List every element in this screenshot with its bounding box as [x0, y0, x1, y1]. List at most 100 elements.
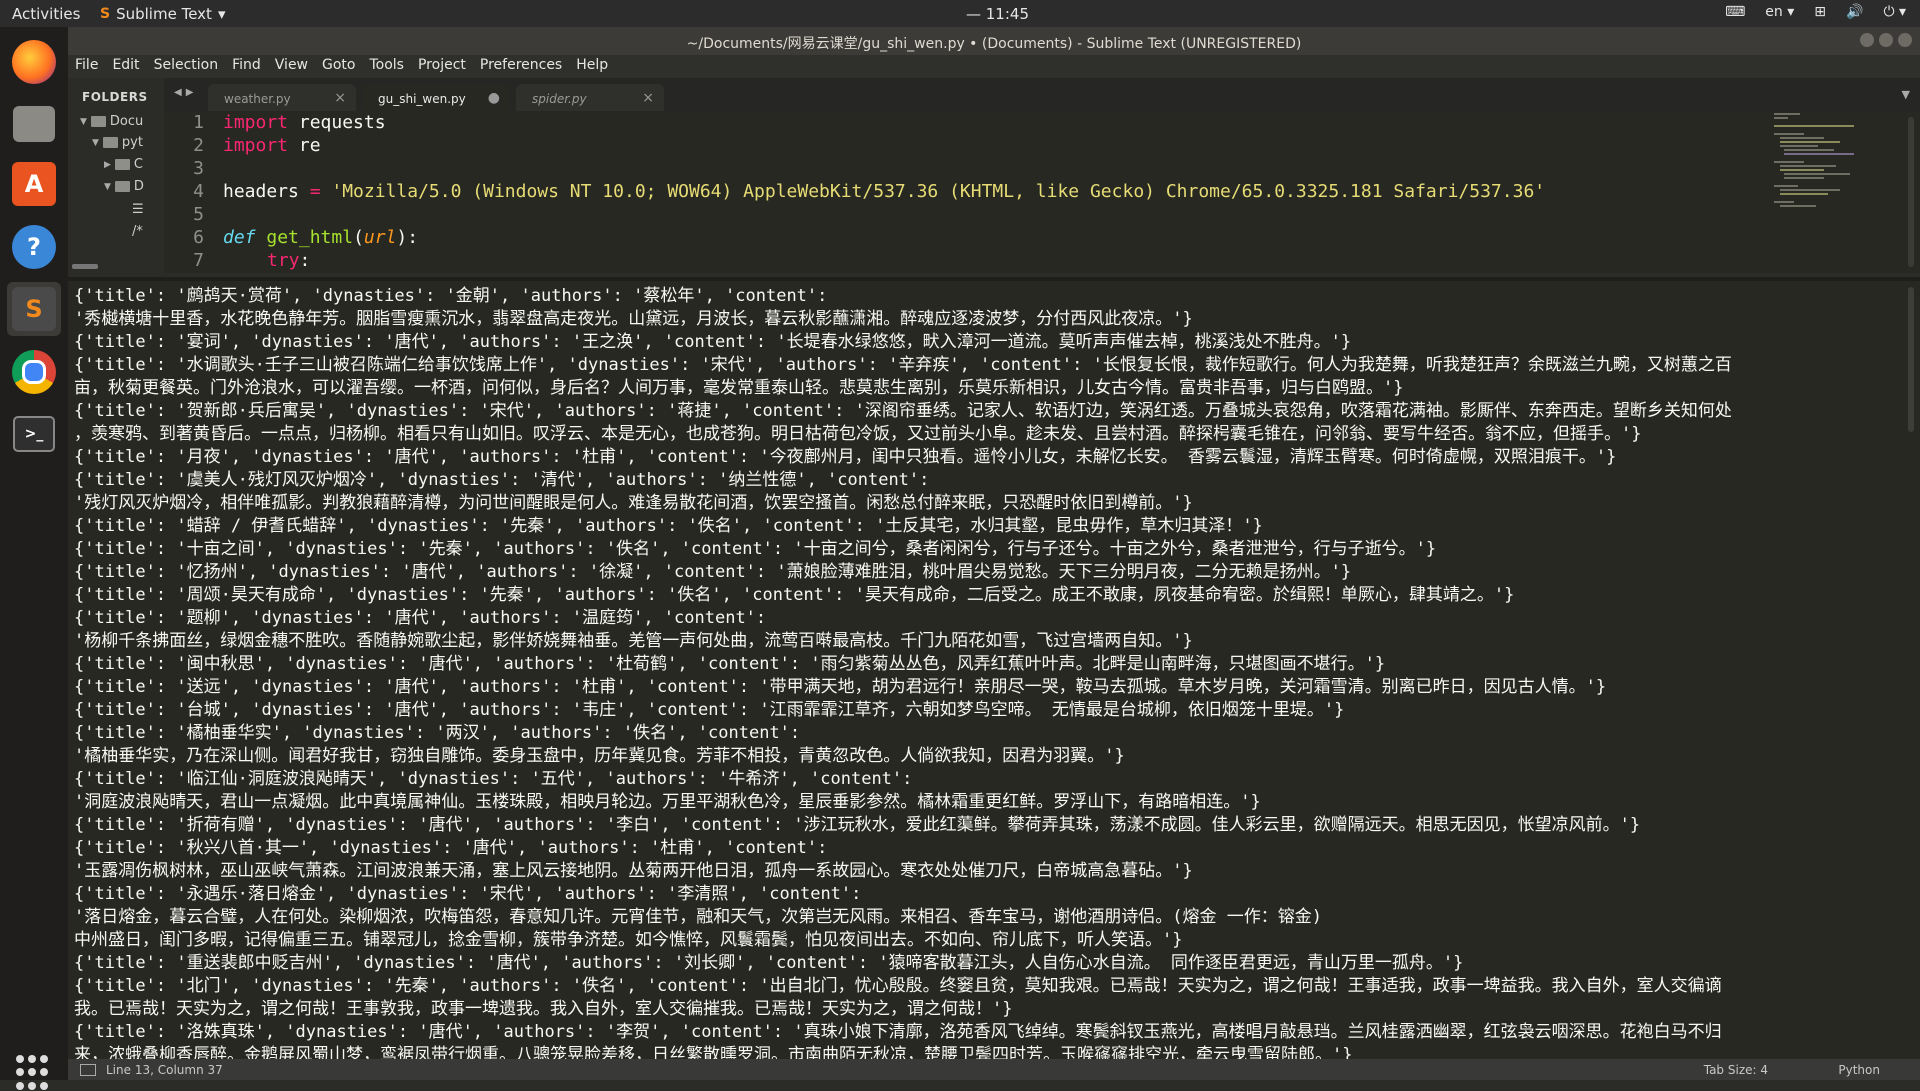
volume-icon[interactable]: 🔊	[1846, 4, 1863, 20]
output-line: '橘柚垂华实，乃在深山侧。闻君好我甘，窃独自雕饰。委身玉盘中，历年冀见食。芳菲不…	[74, 746, 1125, 766]
chevron-down-icon: ▾	[1787, 4, 1795, 20]
output-line: {'title': '送远', 'dynasties': '唐代', 'auth…	[74, 677, 1607, 697]
code-line: try:	[267, 250, 311, 271]
tab-list-icon[interactable]: ▼	[1902, 88, 1910, 101]
minimize-button[interactable]	[1860, 33, 1874, 47]
triangle-down-icon: ▼	[80, 116, 87, 127]
network-icon[interactable]: ⊞	[1814, 4, 1826, 20]
line-number: 3	[193, 158, 204, 179]
menu-find[interactable]: Find	[225, 55, 268, 78]
output-line: {'title': '题柳', 'dynasties': '唐代', 'auth…	[74, 608, 767, 628]
clock[interactable]: — 11:45	[966, 5, 1029, 23]
firefox-icon	[12, 40, 56, 84]
dock-sublime-text[interactable]: S	[7, 282, 61, 336]
menu-goto[interactable]: Goto	[315, 55, 362, 78]
files-icon	[13, 106, 55, 142]
sidebar-scrollbar[interactable]	[72, 264, 98, 269]
dock: A ? S >_	[0, 27, 68, 1090]
output-line: {'title': '贺新郎·兵后寓吴', 'dynasties': '宋代',…	[74, 401, 1732, 421]
menu-selection[interactable]: Selection	[147, 55, 226, 78]
close-icon[interactable]: ×	[334, 90, 346, 106]
menu-view[interactable]: View	[268, 55, 315, 78]
line-number: 2	[193, 135, 204, 156]
output-line: '残灯风灭炉烟冷，相伴唯孤影。判教狼藉醉清樽，为问世间醒眼是何人。难逢易散花间酒…	[74, 493, 1193, 513]
sidebar-item-file[interactable]: ☰	[132, 202, 144, 217]
output-line: {'title': '水调歌头·壬子三山被召陈端仁给事饮饯席上作', 'dyna…	[74, 355, 1732, 375]
output-line: {'title': '十亩之间', 'dynasties': '先秦', 'au…	[74, 539, 1437, 559]
power-menu[interactable]: ⏻ ▾	[1883, 4, 1906, 20]
top-bar: Activities S Sublime Text ▾ — 11:45 ⌨ en…	[0, 0, 1920, 27]
chevron-down-icon: ▾	[1898, 4, 1906, 20]
sidebar-item-d[interactable]: ▼ D	[104, 179, 144, 194]
activities-button[interactable]: Activities	[12, 5, 80, 23]
menu-tools[interactable]: Tools	[362, 55, 411, 78]
line-number: 7	[193, 250, 204, 271]
sidebar-item-pyt[interactable]: ▼ pyt	[92, 135, 143, 150]
tab-size-selector[interactable]: Tab Size: 4	[1704, 1063, 1768, 1077]
file-icon: /*	[132, 224, 143, 239]
sidebar-item-c[interactable]: ▶ C	[104, 157, 143, 172]
tab-bar: ◀▶ weather.py × gu_shi_wen.py ● spider.p…	[164, 78, 1920, 111]
dock-software[interactable]: A	[7, 157, 61, 211]
dock-chrome[interactable]	[7, 345, 61, 399]
line-number: 6	[193, 227, 204, 248]
menu-help[interactable]: Help	[569, 55, 615, 78]
triangle-down-icon: ▼	[92, 137, 99, 148]
output-line: {'title': '宴词', 'dynasties': '唐代', 'auth…	[74, 332, 1352, 352]
output-line: {'title': '北门', 'dynasties': '先秦', 'auth…	[74, 976, 1722, 996]
dock-files[interactable]	[7, 97, 61, 151]
output-line: {'title': '洛姝真珠', 'dynasties': '唐代', 'au…	[74, 1022, 1722, 1042]
sublime-icon: S	[12, 287, 56, 331]
syntax-selector[interactable]: Python	[1838, 1063, 1880, 1077]
close-button[interactable]	[1898, 33, 1912, 47]
output-line: {'title': '重送裴郎中贬吉州', 'dynasties': '唐代',…	[74, 953, 1464, 973]
sidebar-item-label: Docu	[109, 114, 144, 129]
tab-weather[interactable]: weather.py ×	[208, 84, 356, 111]
output-line: '洞庭波浪飐晴天，君山一点凝烟。此中真境属神仙。玉楼珠殿，相映月轮边。万里平湖秋…	[74, 792, 1261, 812]
menu-file[interactable]: File	[68, 55, 105, 78]
close-icon[interactable]: ×	[642, 90, 654, 106]
sidebar-item-label: C	[133, 157, 143, 172]
dock-firefox[interactable]	[7, 35, 61, 89]
tab-spider[interactable]: spider.py ×	[516, 84, 664, 111]
code-editor[interactable]: 1 2 3 4 5 6 7 import requests import re …	[164, 111, 1920, 273]
sidebar-item-label: D	[133, 179, 144, 194]
tab-nav-arrows-icon[interactable]: ◀▶	[174, 87, 197, 98]
folder-icon	[114, 159, 130, 170]
menu-preferences[interactable]: Preferences	[473, 55, 569, 78]
output-line: ，羡寒鸦、到著黄昏后。一点点，归杨柳。相看只有山如旧。叹浮云、本是无心，也成苍狗…	[74, 424, 1642, 444]
sidebar-item-label: pyt	[121, 135, 143, 150]
panel-toggle-icon[interactable]	[80, 1064, 96, 1076]
app-menu[interactable]: S Sublime Text ▾	[100, 5, 225, 23]
sidebar-item-file[interactable]: /*	[132, 224, 143, 239]
output-line: {'title': '橘柚垂华实', 'dynasties': '两汉', 'a…	[74, 723, 801, 743]
line-number: 1	[193, 112, 204, 133]
keyboard-icon[interactable]: ⌨	[1725, 4, 1745, 20]
software-center-icon: A	[12, 162, 56, 206]
maximize-button[interactable]	[1879, 33, 1893, 47]
sidebar-item-documents[interactable]: ▼ Docu	[80, 114, 143, 129]
tab-gu-shi-wen[interactable]: gu_shi_wen.py ●	[362, 84, 510, 111]
triangle-right-icon: ▶	[104, 159, 111, 170]
show-applications-icon[interactable]	[16, 1055, 52, 1091]
output-text: {'title': '鹧鸪天·赏荷', 'dynasties': '金朝', '…	[74, 285, 1914, 1063]
output-line: {'title': '台城', 'dynasties': '唐代', 'auth…	[74, 700, 1345, 720]
menu-edit[interactable]: Edit	[105, 55, 146, 78]
line-number: 4	[193, 181, 204, 202]
output-line: 我。已焉哉！天实为之，谓之何哉！王事敦我，政事一埤遗我。我入自外，室人交徧摧我。…	[74, 999, 1013, 1019]
output-scrollbar[interactable]	[1908, 287, 1914, 432]
code-line: import re	[223, 135, 321, 156]
help-icon: ?	[12, 225, 56, 269]
dock-terminal[interactable]: >_	[7, 407, 61, 461]
language-indicator[interactable]: en ▾	[1765, 4, 1794, 20]
dock-help[interactable]: ?	[7, 220, 61, 274]
build-output-panel[interactable]: {'title': '鹧鸪天·赏荷', 'dynasties': '金朝', '…	[68, 277, 1920, 1063]
output-line: {'title': '鹧鸪天·赏荷', 'dynasties': '金朝', '…	[74, 286, 828, 306]
sidebar: FOLDERS ▼ Docu ▼ pyt ▶ C ▼ D ☰ /*	[68, 78, 165, 273]
menu-project[interactable]: Project	[411, 55, 473, 78]
minimap[interactable]	[1772, 111, 1892, 271]
output-line: 亩，秋菊更餐英。门外沧浪水，可以濯吾缨。一杯酒，问何似，身后名？人间万事，毫发常…	[74, 378, 1404, 398]
unsaved-dot-icon[interactable]: ●	[488, 90, 500, 106]
editor-scrollbar[interactable]	[1908, 117, 1914, 267]
menu-bar: File Edit Selection Find View Goto Tools…	[68, 55, 1920, 78]
